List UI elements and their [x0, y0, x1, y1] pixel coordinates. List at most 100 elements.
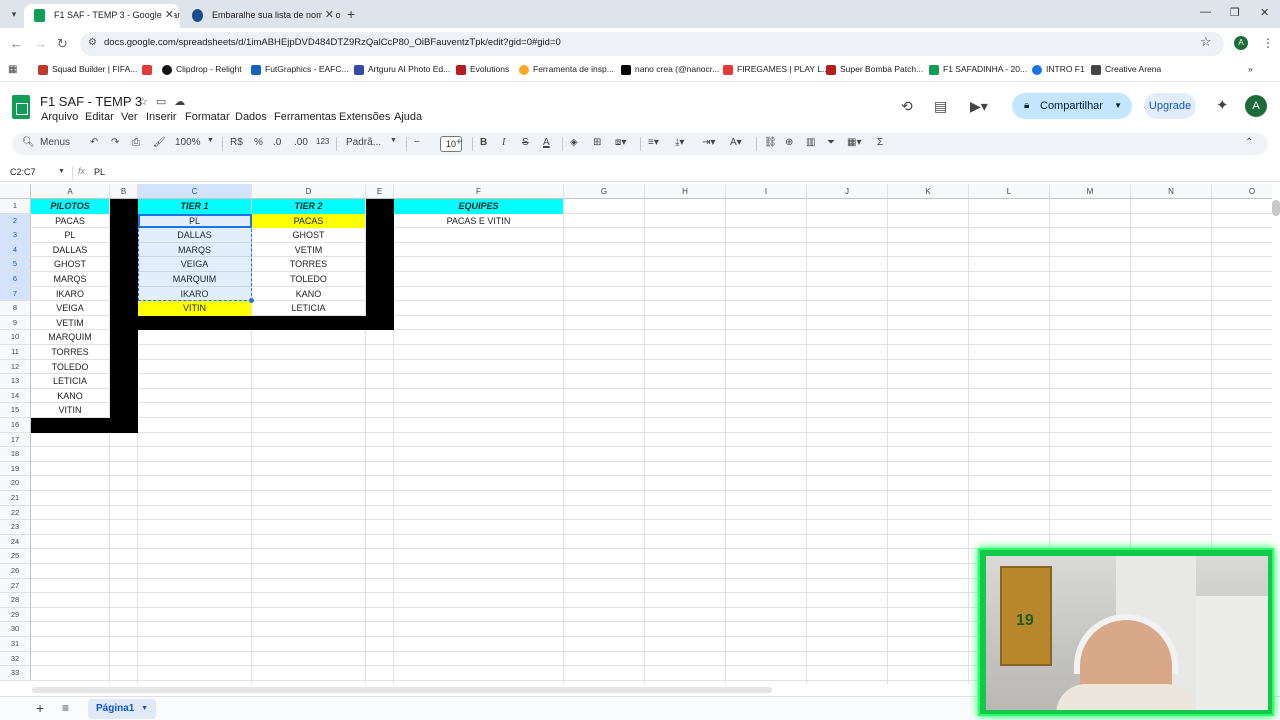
column-header-b[interactable]: B [110, 184, 138, 199]
browser-menu-icon[interactable]: ⋮ [1262, 36, 1274, 50]
row-header-26[interactable]: 26 [0, 564, 31, 579]
bold-icon[interactable]: B [480, 137, 487, 148]
pilotos-cell[interactable]: TORRES [31, 345, 109, 360]
row-header-4[interactable]: 4 [0, 242, 31, 258]
column-header-i[interactable]: I [726, 184, 807, 199]
bookmark-star-icon[interactable]: ☆ [1200, 34, 1212, 50]
formula-input[interactable]: PL [94, 167, 105, 177]
sheet-tab-dropdown-icon[interactable]: ▼ [141, 699, 148, 719]
row-header-24[interactable]: 24 [0, 534, 31, 550]
filter-icon[interactable]: ⏷ [827, 137, 835, 148]
active-cell[interactable] [138, 213, 252, 229]
fill-color-icon[interactable]: ◈ [570, 137, 578, 148]
pilotos-cell[interactable]: IKARO [31, 287, 109, 302]
text-color-icon[interactable]: A [543, 137, 550, 148]
cloud-saved-icon[interactable]: ☁ [174, 96, 193, 108]
pilotos-cell[interactable]: MARQUIM [31, 330, 109, 345]
name-box[interactable]: C2:C7 [10, 167, 36, 177]
pilotos-cell[interactable]: KANO [31, 389, 109, 404]
vertical-align-icon[interactable]: ⤓▾ [675, 137, 684, 148]
tier2-cell[interactable]: PACAS [252, 213, 365, 229]
row-header-29[interactable]: 29 [0, 607, 31, 623]
collapse-toolbar-icon[interactable]: ⌃ [1245, 137, 1253, 148]
bookmark-item[interactable]: Artguru AI Photo Ed... [354, 64, 450, 75]
row-header-21[interactable]: 21 [0, 491, 31, 506]
bookmark-item[interactable]: Super Bomba Patch... [826, 64, 923, 75]
menu-ver[interactable]: Ver [121, 111, 138, 123]
account-avatar[interactable]: A [1245, 95, 1267, 117]
row-header-1[interactable]: 1 [0, 199, 31, 214]
zoom-select[interactable]: 100% [175, 137, 201, 148]
bookmark-item[interactable]: Evolutions [456, 64, 509, 75]
move-folder-icon[interactable]: ▭ [156, 96, 174, 108]
pilotos-cell[interactable]: MARQS [31, 272, 109, 287]
browser-tab-sheets[interactable]: F1 SAF - TEMP 3 - Google Planilhas ✕ [24, 4, 180, 28]
filter-views-icon[interactable]: ▦▾ [847, 137, 861, 148]
increase-font-size-icon[interactable]: + [456, 137, 462, 148]
column-header-o[interactable]: O [1212, 184, 1272, 199]
column-header-n[interactable]: N [1131, 184, 1212, 199]
row-header-11[interactable]: 11 [0, 345, 31, 360]
row-header-17[interactable]: 17 [0, 432, 31, 448]
pilotos-cell[interactable]: PACAS [31, 214, 109, 229]
pilotos-header[interactable]: PILOTOS [31, 199, 109, 214]
row-header-30[interactable]: 30 [0, 622, 31, 637]
number-format-button[interactable]: 123 [316, 137, 329, 146]
vertical-scrollbar[interactable] [1272, 200, 1280, 216]
column-header-j[interactable]: J [807, 184, 888, 199]
close-tab-icon[interactable]: ✕ [321, 4, 334, 26]
undo-icon[interactable]: ↶ [90, 137, 98, 148]
bookmark-item[interactable]: Ferramenta de insp... [519, 64, 614, 75]
menu-extensoes[interactable]: Extensões [339, 111, 390, 123]
horizontal-align-icon[interactable]: ≡▾ [648, 137, 659, 148]
column-header-m[interactable]: M [1050, 184, 1131, 199]
equipes-cell[interactable]: PACAS E VITIN [394, 214, 563, 229]
column-header-c[interactable]: C [138, 184, 252, 199]
row-header-27[interactable]: 27 [0, 578, 31, 594]
row-header-12[interactable]: 12 [0, 359, 31, 375]
name-box-dropdown-icon[interactable]: ▼ [58, 168, 65, 175]
search-menus-label[interactable]: Menus [40, 137, 70, 148]
column-header-h[interactable]: H [645, 184, 726, 199]
bookmark-item[interactable]: nano crea (@nanocr... [621, 64, 719, 75]
text-wrap-icon[interactable]: ⇥▾ [702, 137, 715, 148]
document-title[interactable]: F1 SAF - TEMP 3 [40, 94, 142, 109]
menu-arquivo[interactable]: Arquivo [41, 111, 78, 123]
column-header-a[interactable]: A [31, 184, 110, 199]
pilotos-cell[interactable]: VEIGA [31, 301, 109, 316]
bookmark-item[interactable]: Squad Builder | FIFA... [38, 64, 137, 75]
column-header-e[interactable]: E [366, 184, 394, 199]
browser-tab-shuffle[interactable]: Embaralhe sua lista de nomes o ✕ [182, 4, 340, 28]
reload-icon[interactable]: ↻ [57, 36, 68, 52]
tier2-cell[interactable]: TORRES [252, 257, 365, 272]
pilotos-cell[interactable]: GHOST [31, 257, 109, 272]
forward-icon[interactable]: → [34, 36, 47, 51]
zoom-dropdown-icon[interactable]: ▼ [207, 137, 214, 144]
row-header-2[interactable]: 2 [0, 213, 31, 229]
sheets-logo-icon[interactable] [12, 95, 30, 119]
bookmark-item[interactable]: FIREGAMES | PLAY L... [723, 64, 829, 75]
row-header-9[interactable]: 9 [0, 315, 31, 331]
borders-icon[interactable]: ⊞ [593, 137, 601, 148]
increase-decimal-button[interactable]: .00 [294, 137, 308, 148]
bookmark-item[interactable]: Creative Arena [1091, 64, 1161, 75]
all-sheets-icon[interactable]: ≡ [62, 701, 69, 715]
column-header-g[interactable]: G [564, 184, 645, 199]
row-header-15[interactable]: 15 [0, 403, 31, 418]
row-header-31[interactable]: 31 [0, 637, 31, 652]
row-header-6[interactable]: 6 [0, 272, 31, 287]
row-header-8[interactable]: 8 [0, 301, 31, 316]
row-header-14[interactable]: 14 [0, 388, 31, 404]
bookmark-item[interactable]: INTRO F1 [1032, 64, 1085, 75]
decrease-decimal-button[interactable]: .0 [273, 137, 281, 148]
back-icon[interactable]: ← [10, 36, 23, 51]
insert-chart-icon[interactable]: ▥ [806, 137, 815, 148]
column-header-d[interactable]: D [252, 184, 366, 199]
add-sheet-icon[interactable]: + [36, 700, 44, 716]
close-window-icon[interactable]: ✕ [1260, 6, 1269, 19]
tier2-cell[interactable]: LETICIA [252, 301, 365, 316]
percent-format-button[interactable]: % [254, 137, 263, 148]
row-header-10[interactable]: 10 [0, 330, 31, 345]
pilotos-cell[interactable]: VITIN [31, 403, 109, 418]
new-tab-icon[interactable]: + [347, 6, 355, 22]
